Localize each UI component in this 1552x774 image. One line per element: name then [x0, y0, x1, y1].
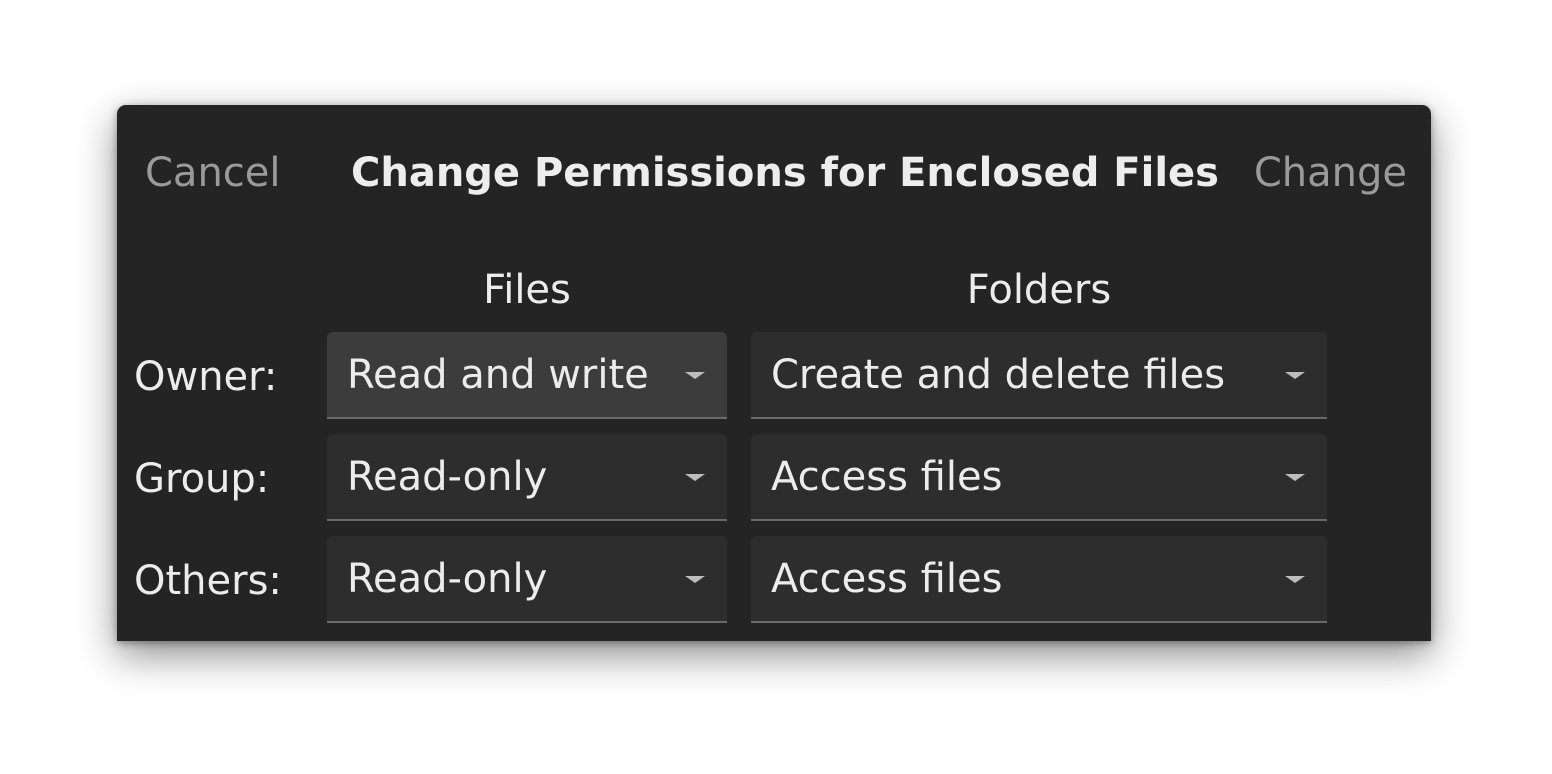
cancel-button[interactable]: Cancel [145, 145, 281, 201]
chevron-down-icon [1285, 474, 1305, 481]
owner-folders-value: Create and delete files [771, 352, 1226, 398]
dialog-title: Change Permissions for Enclosed Files [351, 150, 1219, 196]
group-folders-dropdown[interactable]: Access files [751, 434, 1327, 521]
change-button[interactable]: Change [1254, 145, 1407, 201]
folders-column-header: Folders [966, 267, 1112, 313]
chevron-down-icon [685, 372, 705, 379]
group-folders-value: Access files [771, 454, 1003, 500]
permissions-dialog: Cancel Change Permissions for Enclosed F… [117, 105, 1431, 641]
owner-label: Owner: [134, 354, 278, 400]
others-label: Others: [134, 558, 282, 604]
chevron-down-icon [685, 474, 705, 481]
group-label: Group: [134, 456, 270, 502]
group-files-dropdown[interactable]: Read-only [327, 434, 727, 521]
group-files-value: Read-only [347, 454, 548, 500]
chevron-down-icon [1285, 576, 1305, 583]
owner-files-value: Read and write [347, 352, 649, 398]
owner-folders-dropdown[interactable]: Create and delete files [751, 332, 1327, 419]
others-files-dropdown[interactable]: Read-only [327, 536, 727, 623]
others-files-value: Read-only [347, 556, 548, 602]
chevron-down-icon [685, 576, 705, 583]
owner-files-dropdown[interactable]: Read and write [327, 332, 727, 419]
chevron-down-icon [1285, 372, 1305, 379]
files-column-header: Files [483, 267, 571, 313]
others-folders-value: Access files [771, 556, 1003, 602]
others-folders-dropdown[interactable]: Access files [751, 536, 1327, 623]
